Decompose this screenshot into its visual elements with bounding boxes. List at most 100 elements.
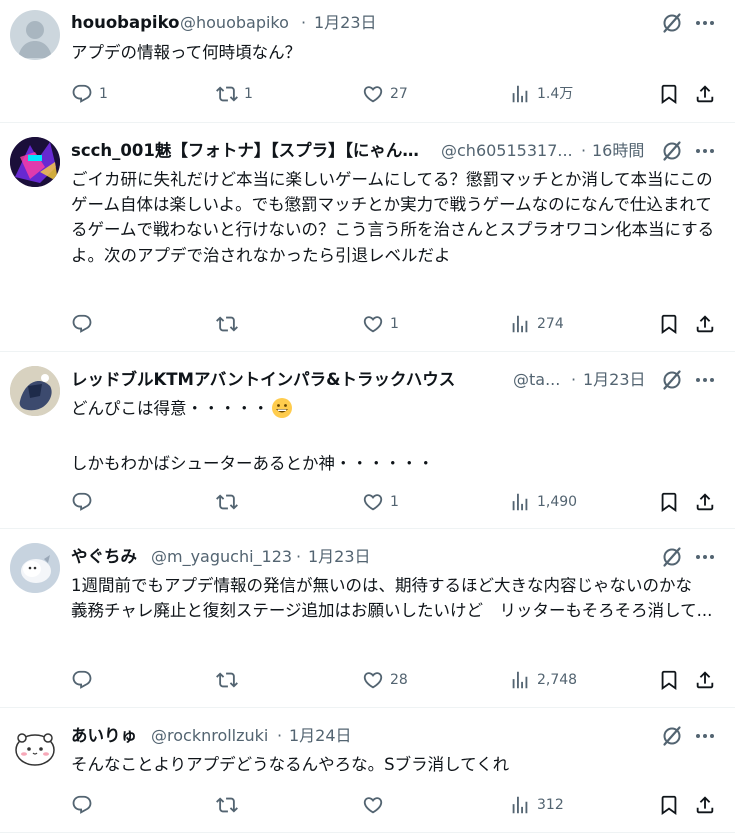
post[interactable]: レッドブルKTMアバントインパラ&トラックハウス @ta... · 1月23日 … [0,352,735,529]
bookmark-button[interactable] [658,312,680,336]
views-button[interactable]: 312 [509,793,564,817]
retweet-button[interactable] [216,312,244,336]
action-bar: 1 274 [71,312,716,336]
like-icon [362,313,384,335]
like-icon [362,794,384,816]
grok-icon[interactable] [660,139,684,163]
like-button[interactable]: 1 [362,312,399,336]
like-button[interactable]: 28 [362,668,408,692]
author-handle[interactable]: @houobapiko [180,12,289,34]
more-icon[interactable] [693,724,717,748]
author-handle[interactable]: @rocknrollzuki [151,725,268,747]
more-icon[interactable] [693,368,717,392]
more-icon[interactable] [693,139,717,163]
retweet-icon [216,313,238,335]
post[interactable]: scch_001魅【フォトナ】【スプラ】【にゃんこ大戦争】 @ch6051531… [0,123,735,352]
post-text: そんなことよりアプデどうなるんやろな。Sブラ消してくれ [71,755,510,774]
view-count: 274 [537,316,564,332]
grok-icon[interactable] [660,724,684,748]
post[interactable]: やぐちみ @m_yaguchi_123 · 1月23日 1週間前でもアプデ情報の… [0,529,735,708]
views-icon [509,669,531,691]
like-icon [362,83,384,105]
view-count: 1,490 [537,494,578,510]
like-count: 27 [390,86,408,102]
author-handle[interactable]: @ch60515317... [441,140,573,162]
reply-button[interactable] [71,793,99,817]
avatar[interactable] [10,543,60,593]
share-button[interactable] [694,490,716,514]
views-button[interactable]: 1,490 [509,490,577,514]
author-name[interactable]: houobapiko [71,12,179,34]
reply-button[interactable]: 1 [71,82,108,106]
more-icon[interactable] [693,11,717,35]
bookmark-icon [658,794,680,816]
reply-button[interactable] [71,668,99,692]
share-icon [694,491,716,513]
action-bar: 1 1,490 [71,490,716,514]
author-name[interactable]: scch_001魅【フォトナ】【スプラ】【にゃんこ大戦争】 [71,140,431,162]
bookmark-icon [658,669,680,691]
bookmark-button[interactable] [658,490,680,514]
post[interactable]: houobapiko @houobapiko · 1月23日 アプデの情報って何… [0,0,735,123]
like-button[interactable] [362,793,390,817]
separator: · [571,370,577,389]
post-text: アプデの情報って何時頃なん？ [71,43,302,62]
view-count: 2,748 [537,672,578,688]
views-icon [509,83,531,105]
timestamp[interactable]: 1月23日 [308,546,371,568]
avatar[interactable] [10,137,60,187]
grok-icon[interactable] [660,545,684,569]
bookmark-button[interactable] [658,793,680,817]
bookmark-icon [658,313,680,335]
post-text: 1週間前でもアプデ情報の発信が無いのは、期待するほど大きな内容じゃないのかな 義… [71,576,713,621]
bookmark-button[interactable] [658,82,680,106]
share-button[interactable] [694,312,716,336]
timestamp[interactable]: 16時間 [592,140,644,162]
timestamp[interactable]: 1月23日 [583,369,646,391]
grinning-face-emoji [272,398,292,418]
grok-icon[interactable] [660,11,684,35]
share-button[interactable] [694,793,716,817]
retweet-button[interactable] [216,490,244,514]
views-icon [509,794,531,816]
like-button[interactable]: 27 [362,82,408,106]
reply-button[interactable] [71,312,99,336]
share-icon [694,669,716,691]
like-count: 1 [390,316,399,332]
bookmark-icon [658,491,680,513]
reply-button[interactable] [71,490,99,514]
reply-icon [71,669,93,691]
timestamp[interactable]: 1月24日 [289,725,352,747]
author-handle[interactable]: @m_yaguchi_123 [151,546,292,568]
reply-icon [71,491,93,513]
bookmark-button[interactable] [658,668,680,692]
author-name[interactable]: やぐちみ [71,546,137,568]
post-text-line2: しかもわかばシューターあるとか神・・・・・・ [71,454,434,473]
retweet-icon [216,669,238,691]
views-button[interactable]: 2,748 [509,668,577,692]
views-button[interactable]: 1.4万 [509,82,573,106]
retweet-count: 1 [244,86,253,102]
avatar[interactable] [10,722,60,772]
avatar[interactable] [10,10,60,60]
author-name[interactable]: あいりゅ [71,725,137,747]
share-button[interactable] [694,668,716,692]
timestamp[interactable]: 1月23日 [314,12,377,34]
share-button[interactable] [694,82,716,106]
avatar[interactable] [10,366,60,416]
author-name[interactable]: レッドブルKTMアバントインパラ&トラックハウス [71,369,455,391]
grok-icon[interactable] [660,368,684,392]
bookmark-icon [658,83,680,105]
post-text-line1: どんぴこは得意・・・・・ [71,399,269,418]
retweet-button[interactable] [216,668,244,692]
views-icon [509,491,531,513]
post[interactable]: あいりゅ @rocknrollzuki · 1月24日 そんなことよりアプデどう… [0,708,735,833]
like-button[interactable]: 1 [362,490,399,514]
views-button[interactable]: 274 [509,312,564,336]
retweet-button[interactable] [216,793,244,817]
author-handle[interactable]: @ta... [513,369,560,391]
action-bar: 1 1 27 1.4万 [71,82,716,106]
more-icon[interactable] [693,545,717,569]
retweet-button[interactable]: 1 [216,82,253,106]
separator: · [301,13,307,32]
